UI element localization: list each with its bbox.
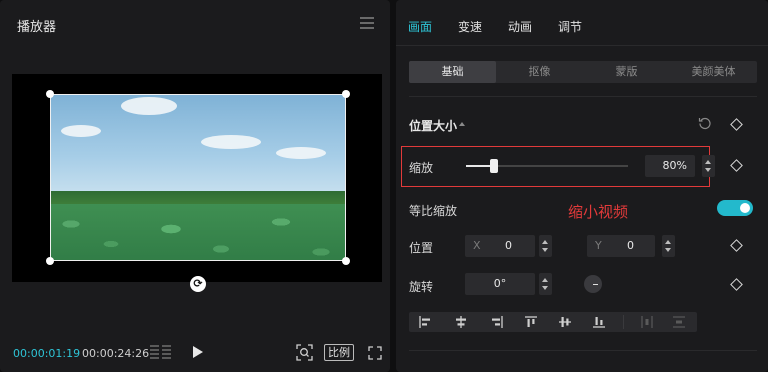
scale-stepper[interactable] — [702, 155, 715, 177]
position-y-stepper[interactable] — [662, 235, 675, 257]
timeline-list-icon[interactable] — [150, 345, 172, 359]
align-left-icon[interactable] — [419, 316, 431, 328]
fullscreen-icon[interactable] — [368, 346, 382, 360]
align-divider — [623, 315, 624, 329]
resize-handle-bottom-right[interactable] — [342, 257, 350, 265]
resize-handle-top-left[interactable] — [46, 90, 54, 98]
player-header: 播放器 — [0, 0, 390, 46]
video-preview[interactable] — [50, 94, 346, 261]
position-label: 位置 — [409, 241, 434, 255]
align-toolbar — [409, 312, 697, 332]
subtab-mask[interactable]: 蒙版 — [583, 61, 670, 83]
position-x-value: 0 — [505, 239, 512, 252]
rotate-handle-icon[interactable]: ⟳ — [190, 276, 206, 292]
toggle-knob — [740, 203, 750, 213]
align-center-h-icon[interactable] — [455, 316, 467, 328]
align-center-v-icon[interactable] — [559, 316, 571, 328]
align-right-icon[interactable] — [491, 316, 503, 328]
total-time: 00:00:24:26 — [82, 347, 150, 360]
rotation-stepper[interactable] — [539, 273, 552, 295]
annotation-text: 缩小视频 — [568, 203, 629, 221]
position-y-field[interactable]: Y 0 — [587, 235, 655, 257]
tab-animation[interactable]: 动画 — [508, 18, 532, 35]
section-title[interactable]: 位置大小 — [409, 117, 457, 134]
player-title: 播放器 — [17, 20, 57, 35]
position-x-stepper[interactable] — [539, 235, 552, 257]
cloud — [276, 147, 326, 159]
uniform-scale-label: 等比缩放 — [409, 204, 458, 218]
position-x-field[interactable]: X 0 — [465, 235, 535, 257]
keyframe-diamond-icon[interactable] — [730, 278, 743, 291]
section-divider — [409, 350, 757, 351]
tab-picture[interactable]: 画面 — [408, 18, 432, 35]
section-divider — [409, 96, 757, 97]
rotation-dial[interactable] — [584, 275, 602, 293]
aspect-ratio-button[interactable]: 比例 — [324, 344, 354, 361]
scale-slider-knob[interactable] — [489, 159, 498, 173]
zoom-fit-icon[interactable] — [296, 344, 313, 361]
position-y-value: 0 — [627, 239, 634, 252]
subtab-beauty[interactable]: 美颜美体 — [670, 61, 757, 83]
properties-panel: 画面 变速 动画 调节 基础 抠像 蒙版 美颜美体 位置大小 缩放 80% 等比… — [396, 0, 768, 372]
resize-handle-bottom-left[interactable] — [46, 257, 54, 265]
tab-speed[interactable]: 变速 — [458, 18, 482, 35]
scale-label: 缩放 — [409, 161, 434, 175]
collapse-caret-icon[interactable] — [459, 122, 465, 126]
video-treeline — [51, 190, 345, 205]
align-bottom-icon[interactable] — [593, 316, 605, 328]
subtab-basic[interactable]: 基础 — [409, 61, 496, 83]
y-axis-label: Y — [595, 239, 602, 252]
cloud — [121, 97, 177, 115]
video-lotus-field — [51, 203, 345, 260]
uniform-scale-toggle[interactable] — [717, 200, 753, 216]
resize-handle-top-right[interactable] — [342, 90, 350, 98]
align-top-icon[interactable] — [525, 316, 537, 328]
tab-divider — [396, 45, 768, 46]
keyframe-diamond-icon[interactable] — [730, 159, 743, 172]
cloud — [61, 125, 101, 137]
subtab-bar: 基础 抠像 蒙版 美颜美体 — [409, 61, 757, 83]
player-panel: 播放器 ⟳ 00:00:01:19 00:00:24:26 比例 — [0, 0, 390, 372]
menu-icon[interactable] — [360, 17, 374, 29]
reset-icon[interactable] — [698, 116, 712, 130]
cloud — [201, 135, 261, 149]
x-axis-label: X — [473, 239, 481, 252]
keyframe-diamond-icon[interactable] — [730, 118, 743, 131]
tab-adjust[interactable]: 调节 — [558, 18, 582, 35]
rotation-field[interactable]: 0° — [465, 273, 535, 295]
subtab-keying[interactable]: 抠像 — [496, 61, 583, 83]
scale-value-field[interactable]: 80% — [645, 155, 695, 177]
distribute-v-icon[interactable] — [673, 316, 685, 328]
current-time: 00:00:01:19 — [13, 347, 81, 360]
scale-slider[interactable] — [466, 159, 628, 173]
rotation-label: 旋转 — [409, 280, 434, 294]
keyframe-diamond-icon[interactable] — [730, 239, 743, 252]
play-icon[interactable] — [193, 346, 203, 358]
distribute-h-icon[interactable] — [641, 316, 653, 328]
